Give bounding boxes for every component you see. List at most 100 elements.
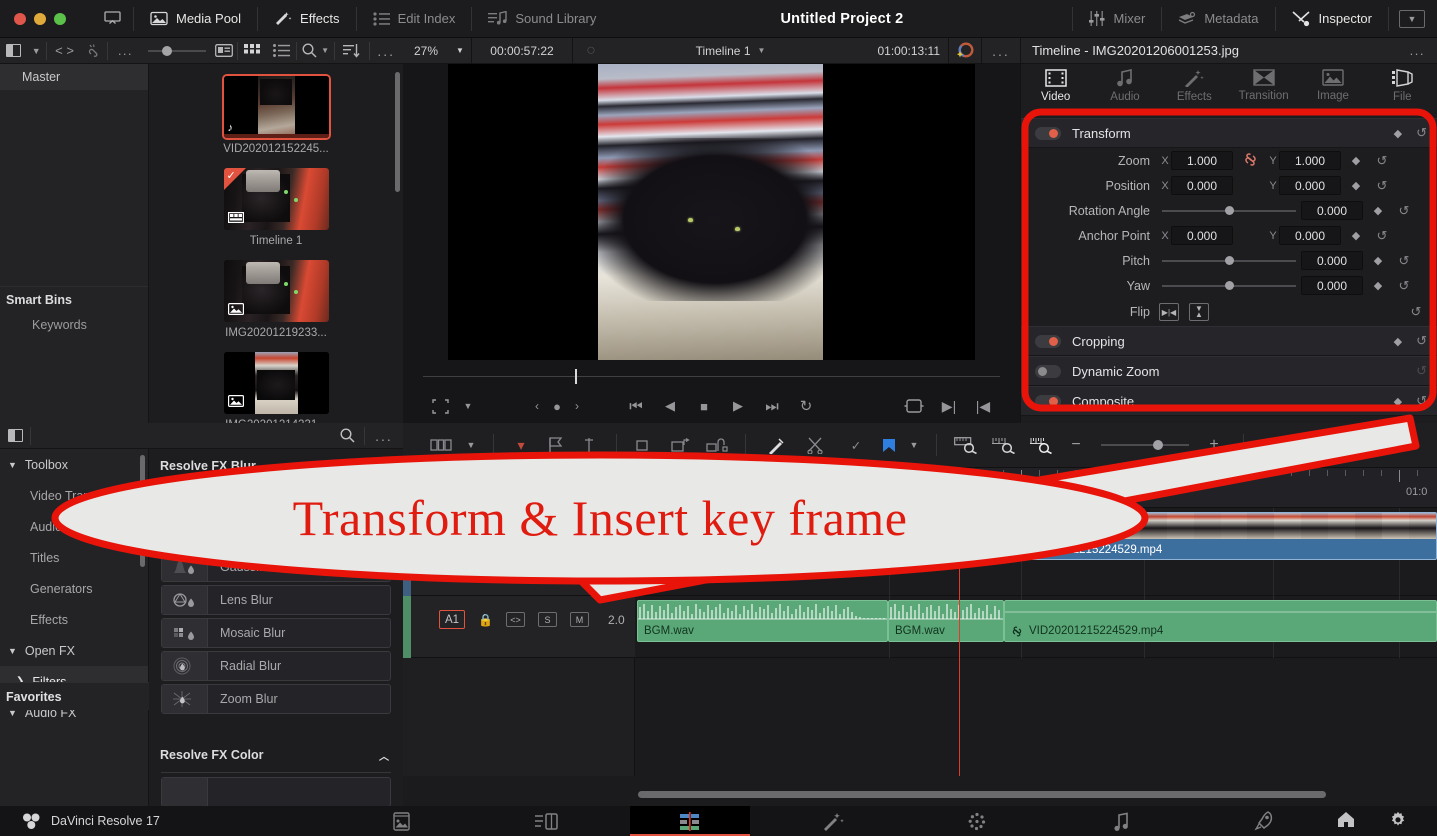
rotation-angle-input[interactable]: 0.000 bbox=[1301, 201, 1363, 220]
metadata-view-button[interactable] bbox=[210, 38, 237, 64]
anchor-point-y-input[interactable]: 0.000 bbox=[1279, 226, 1341, 245]
timeline-clip[interactable]: BGM.wav bbox=[888, 600, 1004, 642]
effect-item[interactable]: Gaussian Blur bbox=[161, 552, 391, 582]
inspector-options-button[interactable]: ... bbox=[1410, 43, 1437, 58]
flip-vertical-button[interactable]: ▼ ▲ bbox=[1189, 303, 1209, 321]
fusion-page-button[interactable] bbox=[773, 806, 893, 836]
panel-layout-dropdown[interactable]: ▼ bbox=[1399, 9, 1425, 28]
bin-dropdown-button[interactable]: ▼ bbox=[27, 38, 46, 64]
a1-solo-button[interactable]: S bbox=[537, 612, 557, 627]
media-clip-thumbnail[interactable]: ✓ bbox=[223, 168, 329, 230]
linked-selection-button[interactable] bbox=[627, 438, 663, 453]
section-transform[interactable]: Transform ◆ ↺ bbox=[1021, 118, 1437, 148]
effects-group-blur-header[interactable]: Resolve FX Blur ︿ bbox=[149, 449, 403, 483]
tab-transition[interactable]: Transition bbox=[1229, 69, 1298, 102]
dynamic-zoom-enable-toggle[interactable] bbox=[1035, 364, 1061, 378]
zoom-x-input[interactable]: 1.000 bbox=[1171, 151, 1233, 170]
cropping-enable-toggle[interactable] bbox=[1035, 334, 1061, 348]
mixer-button[interactable]: Mixer bbox=[1073, 0, 1162, 38]
anchor-point-reset-button[interactable]: ↺ bbox=[1371, 228, 1393, 244]
pitch-input[interactable]: 0.000 bbox=[1301, 251, 1363, 270]
composite-enable-toggle[interactable] bbox=[1035, 394, 1061, 408]
cropping-keyframe-button[interactable]: ◆ bbox=[1394, 335, 1402, 348]
effects-tree-generators[interactable]: Generators bbox=[0, 573, 148, 604]
media-clip-thumbnail[interactable] bbox=[223, 260, 329, 322]
media-pool-button[interactable]: Media Pool bbox=[134, 0, 257, 38]
viewer-timeline-name[interactable]: Timeline 1 ▼ bbox=[696, 38, 766, 64]
a1-enable-button[interactable]: <> bbox=[505, 612, 525, 627]
tab-effects[interactable]: Effects bbox=[1160, 69, 1229, 103]
more-options-button[interactable]: ... bbox=[108, 38, 143, 64]
zoom-in-button[interactable]: + bbox=[1199, 436, 1229, 454]
viewer-color-tag-button[interactable] bbox=[949, 38, 981, 64]
v1-lock-icon[interactable]: 🔒 bbox=[443, 566, 459, 582]
tab-image[interactable]: Image bbox=[1298, 69, 1367, 102]
project-manager-button[interactable] bbox=[1337, 811, 1355, 831]
zoom-keyframe-button[interactable]: ◆ bbox=[1341, 154, 1371, 167]
jump-to-end-button[interactable]: ⏭ bbox=[755, 398, 789, 415]
timeline-clip[interactable]: VID20201215224529.mp4 bbox=[1004, 512, 1437, 560]
transform-keyframe-button[interactable]: ◆ bbox=[1394, 127, 1402, 140]
play-button[interactable]: ▶ bbox=[721, 398, 755, 414]
deliver-page-button[interactable] bbox=[1205, 806, 1325, 836]
timeline-clip[interactable]: IMG202012142... bbox=[887, 512, 1005, 560]
effects-options-button[interactable]: ... bbox=[365, 423, 403, 449]
navigate-back-forward-button[interactable]: < > bbox=[47, 38, 82, 64]
add-marker-button[interactable]: ● bbox=[547, 399, 567, 414]
pitch-keyframe-button[interactable]: ◆ bbox=[1363, 254, 1393, 267]
thumbnail-view-button[interactable] bbox=[238, 38, 266, 64]
curve-icon[interactable] bbox=[708, 544, 723, 556]
timeline-playhead[interactable] bbox=[959, 468, 960, 776]
prev-edit-button[interactable]: |◀ bbox=[966, 398, 1000, 415]
track-id-a1[interactable]: A1 bbox=[439, 610, 465, 629]
effects-items-panel[interactable]: Resolve FX Blur ︿ Box Blur Directional B… bbox=[149, 449, 403, 806]
marker-flag-blue[interactable] bbox=[876, 438, 902, 453]
snapping-button[interactable] bbox=[572, 437, 606, 453]
inspector-button[interactable]: Inspector bbox=[1276, 0, 1388, 38]
project-settings-button[interactable] bbox=[1389, 811, 1407, 832]
flag-button[interactable] bbox=[538, 437, 572, 453]
effects-tree-titles[interactable]: Titles bbox=[0, 542, 148, 573]
viewer-playhead[interactable] bbox=[575, 369, 577, 384]
pitch-reset-button[interactable]: ↺ bbox=[1393, 253, 1415, 269]
position-y-input[interactable]: 0.000 bbox=[1279, 176, 1341, 195]
viewer-marker-indicator[interactable]: ○ bbox=[573, 38, 609, 64]
effect-item[interactable]: Radial Blur bbox=[161, 651, 391, 681]
toggle-bin-list-button[interactable] bbox=[0, 38, 27, 64]
transform-reset-icon[interactable]: ↺ bbox=[1416, 125, 1427, 141]
rotation-angle-slider[interactable] bbox=[1162, 205, 1296, 217]
v1-video-button[interactable]: ▭ bbox=[510, 566, 530, 582]
trim-mode-button[interactable] bbox=[796, 437, 836, 454]
viewer-zoom-dropdown[interactable]: ▼ bbox=[449, 38, 471, 64]
yaw-input[interactable]: 0.000 bbox=[1301, 276, 1363, 295]
marker-dropdown[interactable]: ▼ bbox=[902, 440, 926, 450]
link-icon[interactable] bbox=[1233, 152, 1267, 169]
timeline-clip[interactable]: fx IMG2... ◆ bbox=[637, 512, 755, 560]
effects-button[interactable]: Effects bbox=[258, 0, 356, 38]
minimize-window-button[interactable] bbox=[34, 12, 46, 25]
loop-button[interactable]: ↻ bbox=[789, 397, 823, 415]
fullscreen-toggle-button[interactable] bbox=[92, 0, 133, 38]
effect-item[interactable]: Mosaic Blur bbox=[161, 618, 391, 648]
tab-file[interactable]: File bbox=[1368, 69, 1437, 103]
unlink-clips-button[interactable] bbox=[82, 38, 107, 64]
timeline-view-dropdown[interactable]: ▼ bbox=[459, 440, 483, 450]
anchor-point-x-input[interactable]: 0.000 bbox=[1171, 226, 1233, 245]
timeline-clip[interactable]: IMG202012060... bbox=[763, 479, 882, 501]
list-view-button[interactable] bbox=[266, 38, 296, 64]
search-icon[interactable] bbox=[330, 423, 364, 449]
composite-reset-icon[interactable]: ↺ bbox=[1416, 393, 1427, 409]
section-composite[interactable]: Composite ◆ ↺ bbox=[1021, 386, 1437, 416]
viewer-canvas[interactable] bbox=[448, 64, 975, 360]
effects-tree-effects[interactable]: Effects bbox=[0, 604, 148, 635]
effects-tree-audio-transitions[interactable]: Audio Transitions bbox=[0, 511, 148, 542]
media-pool-thumbnails[interactable]: ♪ VID202012152245... ✓ Timeline 1 IMG202… bbox=[149, 64, 403, 423]
position-lock-button[interactable] bbox=[663, 437, 699, 453]
media-page-button[interactable] bbox=[342, 806, 462, 836]
timeline-zoom-slider[interactable] bbox=[1101, 439, 1189, 451]
zoom-reset-button[interactable]: ↺ bbox=[1371, 153, 1393, 169]
edit-mode-button[interactable] bbox=[756, 437, 796, 454]
v1-auto-track-button[interactable] bbox=[439, 512, 458, 527]
dynamic-zoom-reset-icon[interactable]: ↺ bbox=[1416, 363, 1427, 379]
yaw-keyframe-button[interactable]: ◆ bbox=[1363, 279, 1393, 292]
